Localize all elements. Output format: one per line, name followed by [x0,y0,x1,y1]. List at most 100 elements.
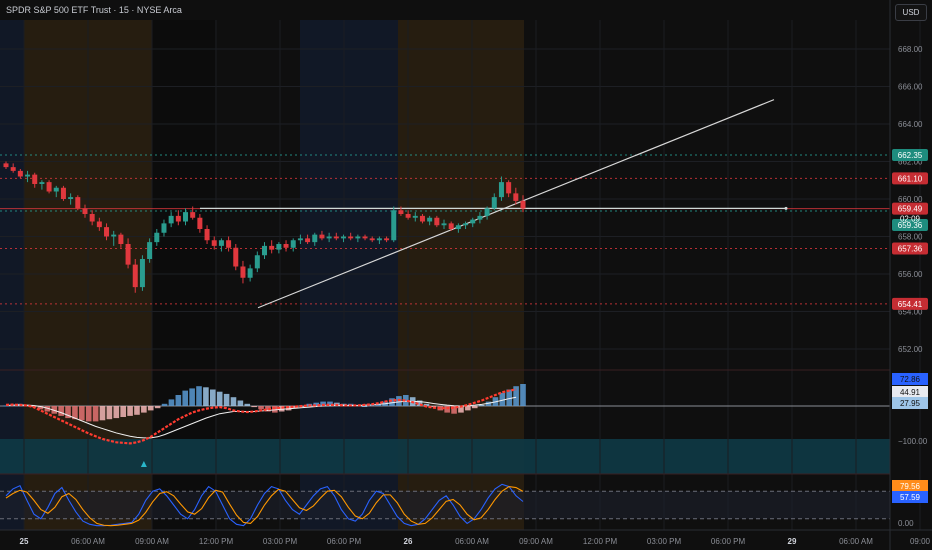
candle-body [89,214,95,222]
candle-body [168,215,174,224]
candle-body [10,167,16,171]
oversold-zone [0,439,890,474]
candle-body [312,234,318,243]
time-tick-label: 06:00 PM [711,537,746,546]
candle-body [398,210,404,214]
time-tick-label: 03:00 PM [647,537,682,546]
stoch-value-label: 57.59 [900,493,921,502]
candle-body [269,245,275,250]
candle-body [290,240,296,248]
time-tick-label: 06:00 AM [71,537,105,546]
time-tick-label: 29 [788,537,797,546]
time-tick-label: 26 [404,537,413,546]
price-tick-label: 658.00 [898,233,923,242]
candle-body [82,208,88,214]
macd-histogram-bar [465,406,471,411]
price-tag-label: 662.35 [898,151,923,160]
price-tick-label: 668.00 [898,45,923,54]
time-tick-label: 25 [20,537,29,546]
chart-canvas: 652.00654.00656.00658.00660.00662.00664.… [0,0,932,550]
candle-body [104,227,110,237]
macd-histogram-bar [203,387,209,406]
candle-body [247,268,253,278]
candle-body [455,225,461,229]
price-tick-label: 656.00 [898,270,923,279]
macd-histogram-bar [85,406,92,422]
macd-histogram-bar [237,400,244,406]
candle-body [319,234,325,239]
candle-body [498,182,504,198]
macd-histogram-bar [134,406,140,415]
time-tick-label: 12:00 PM [583,537,618,546]
candle-body [139,259,145,288]
macd-histogram-bar [127,406,133,416]
price-tag-label: 661.10 [898,174,923,183]
price-tick-label: 652.00 [898,345,923,354]
candle-body [175,215,181,222]
macd-histogram-bar [471,406,478,409]
candle-body [226,240,232,248]
candle-body [376,238,382,241]
macd-histogram-bar [223,393,230,406]
price-tick-label: 664.00 [898,120,923,129]
macd-histogram-bar [244,403,251,406]
candle-body [96,221,102,228]
macd-value-label: 27.95 [900,399,921,408]
candle-body [262,245,267,256]
stoch-value-label: 79.56 [900,482,921,491]
candle-body [405,214,411,218]
candle-body [147,242,153,259]
macd-histogram-bar [196,386,202,406]
candle-body [125,244,131,265]
candle-body [75,197,81,209]
candle-body [448,223,454,229]
macd-histogram-bar [154,406,161,409]
time-tick-label: 06:00 AM [839,537,873,546]
time-tick-label: 06:00 PM [327,537,362,546]
macd-value-label: 72.86 [900,375,921,384]
stoch-band [0,491,890,519]
macd-value-label: 44.91 [900,388,921,397]
price-tick-label: 666.00 [898,83,923,92]
price-tag-label: 659.49 [898,205,923,214]
time-tick-label: 09:00 AM [519,537,553,546]
candle-body [233,247,239,267]
macd-histogram-bar [210,389,216,406]
candle-body [427,217,433,222]
candle-body [412,215,418,218]
candle-body [506,182,512,194]
candle-body [276,244,282,250]
price-tag-label: 654.41 [898,300,923,309]
candle-body [477,215,483,220]
ray-handle [784,206,788,210]
candle-body [211,240,217,246]
currency-selector[interactable]: USD [895,4,927,21]
candle-body [297,238,303,241]
chart-title: SPDR S&P 500 ETF Trust · 15 · NYSE Arca [6,5,182,15]
time-tick-label: 06:00 AM [455,537,489,546]
candle-body [118,234,124,244]
macd-histogram-bar [99,406,106,421]
macd-histogram-bar [106,406,113,420]
candle-body [470,219,476,224]
candle-body [218,240,224,246]
macd-histogram-bar [175,395,182,406]
time-tick-label: 09:00 [910,537,931,546]
candle-body [305,238,311,243]
candle-body [183,212,189,222]
candle-body [60,187,66,199]
time-tick-label: 03:00 PM [263,537,298,546]
macd-histogram-bar [147,406,154,411]
macd-histogram-bar [520,384,526,406]
candle-body [161,223,167,233]
candle-body [190,212,196,218]
macd-histogram-bar [113,406,120,419]
candle-body [254,255,260,269]
candle-body [340,236,346,239]
macd-histogram-bar [161,403,168,406]
candle-body [441,223,447,226]
macd-histogram-bar [189,388,195,406]
candle-body [520,200,526,209]
macd-histogram-bar [79,406,85,421]
macd-histogram-bar [92,406,99,422]
